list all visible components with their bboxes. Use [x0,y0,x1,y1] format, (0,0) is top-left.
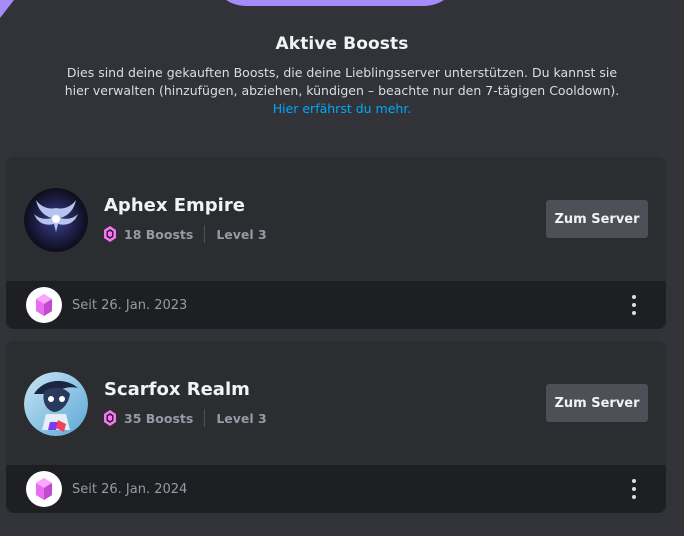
boost-count: 18 Boosts [124,226,194,242]
server-name: Aphex Empire [104,195,245,216]
decorative-corner [0,0,14,18]
boosts-header: Aktive Boosts Dies sind deine gekauften … [0,34,684,118]
boost-gem-icon [36,478,52,500]
divider [204,225,206,243]
boost-badge [26,471,62,507]
boost-card: Aphex Empire 18 Boosts Level 3 Zum Serve… [6,157,666,329]
more-options-button[interactable] [624,477,644,501]
server-name: Scarfox Realm [104,379,250,400]
boost-gem-icon [36,294,52,316]
more-vertical-icon [632,479,636,483]
divider [204,409,206,427]
hero-illustration [210,0,460,6]
aphex-empire-server-icon[interactable] [24,188,88,252]
boost-badge [26,287,62,323]
boost-gem-icon [104,226,116,242]
boost-since-date: Seit 26. Jan. 2023 [72,297,188,313]
go-to-server-button[interactable]: Zum Server [546,200,648,238]
server-level: Level 3 [216,410,267,426]
boost-since-date: Seit 26. Jan. 2024 [72,481,188,497]
boost-count: 35 Boosts [124,410,194,426]
card-footer: Seit 26. Jan. 2023 [6,281,666,329]
page-description: Dies sind deine gekauften Boosts, die de… [62,64,622,118]
server-meta: 35 Boosts Level 3 [104,409,267,427]
more-options-button[interactable] [624,293,644,317]
boost-gem-icon [104,410,116,426]
boost-card: Scarfox Realm 35 Boosts Level 3 Zum Serv… [6,341,666,513]
more-vertical-icon [632,295,636,299]
card-footer: Seit 26. Jan. 2024 [6,465,666,513]
go-to-server-button[interactable]: Zum Server [546,384,648,422]
description-text: Dies sind deine gekauften Boosts, die de… [64,65,620,98]
server-level: Level 3 [216,226,267,242]
learn-more-link[interactable]: Hier erfährst du mehr. [62,100,622,118]
server-meta: 18 Boosts Level 3 [104,225,267,243]
scarfox-realm-server-icon[interactable] [24,372,88,436]
page-title: Aktive Boosts [275,34,409,54]
